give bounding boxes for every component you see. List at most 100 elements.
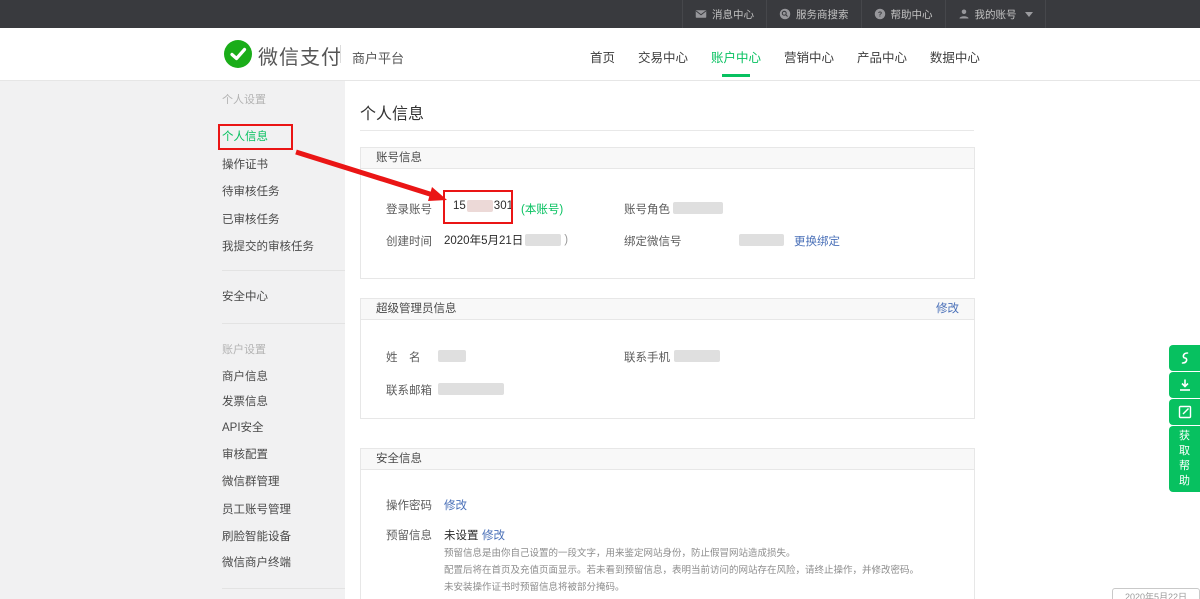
sidebar-item-operation-certificate[interactable]: 操作证书	[222, 158, 345, 172]
contact-phone-redacted	[674, 350, 720, 362]
topbar-item-label: 服务商搜索	[796, 7, 849, 22]
current-account-tag: (本账号)	[521, 201, 563, 217]
sidebar-item-wechat-group-mgmt[interactable]: 微信群管理	[222, 475, 345, 489]
modify-admin-link[interactable]: 修改	[936, 299, 959, 319]
account-info-panel: 账号信息 登录账号 15 301 (本账号) 账号角色 创建时间 2020年5月…	[360, 147, 975, 279]
login-account-label: 登录账号	[386, 201, 432, 217]
contact-phone-label: 联系手机	[624, 349, 670, 365]
nav-product-center[interactable]: 产品中心	[857, 47, 907, 74]
topbar-item-label: 帮助中心	[891, 7, 933, 22]
nav-account-center[interactable]: 账户中心	[711, 47, 761, 74]
created-time-text: 2020年5月21日	[444, 232, 523, 248]
feedback-button[interactable]	[1169, 399, 1200, 425]
platform-subtitle: 商户平台	[352, 48, 404, 67]
caret-down-icon	[1025, 12, 1033, 17]
sidebar-item-my-submitted-tasks[interactable]: 我提交的审核任务	[222, 240, 345, 254]
topbar-item-label: 我的账号	[975, 7, 1017, 22]
search-circle-icon	[779, 8, 791, 20]
float-toolbar: 获取帮助	[1169, 345, 1200, 492]
modify-reserved-link[interactable]: 修改	[482, 527, 505, 543]
sidebar-item-invoice-info[interactable]: 发票信息	[222, 395, 345, 409]
topbar-item-help-center[interactable]: ? 帮助中心	[862, 0, 946, 28]
sidebar-item-personal-info[interactable]: 个人信息	[222, 130, 345, 144]
created-time-redacted	[525, 234, 561, 246]
change-binding-link[interactable]: 更换绑定	[794, 233, 840, 249]
sidebar-item-pending-review-tasks[interactable]: 待审核任务	[222, 185, 345, 199]
created-time-paren: )	[564, 234, 568, 246]
sidebar-divider	[222, 270, 345, 271]
contact-email-label: 联系邮箱	[386, 382, 432, 398]
check-icon	[224, 40, 252, 68]
super-admin-title: 超级管理员信息	[376, 303, 457, 315]
topbar-item-provider-search[interactable]: 服务商搜索	[767, 0, 862, 28]
svg-text:?: ?	[877, 11, 881, 19]
phone-icon	[1178, 351, 1192, 365]
super-admin-panel: 超级管理员信息 修改 姓 名 联系手机 联系邮箱	[360, 298, 975, 419]
sidebar-divider	[222, 588, 345, 589]
sidebar-item-staff-account-mgmt[interactable]: 员工账号管理	[222, 503, 345, 517]
contact-phone-button[interactable]	[1169, 345, 1200, 371]
login-account-redacted	[467, 200, 493, 212]
main-nav: 首页 交易中心 账户中心 营销中心 产品中心 数据中心	[590, 47, 980, 74]
download-icon	[1178, 378, 1192, 392]
get-help-button[interactable]: 获取帮助	[1169, 426, 1200, 492]
modify-password-link[interactable]: 修改	[444, 497, 467, 513]
edit-icon	[1178, 405, 1192, 419]
reserved-info-notes: 预留信息是由你自己设置的一段文字，用来鉴定网站身份，防止假冒网站造成损失。 配置…	[444, 545, 971, 596]
title-divider	[360, 130, 974, 131]
brand-title: 微信支付	[258, 41, 342, 70]
login-account-suffix: 301	[494, 200, 513, 212]
login-account-value: 15 301	[453, 200, 513, 212]
wechat-pay-logo[interactable]	[224, 40, 252, 68]
security-info-header: 安全信息	[361, 449, 974, 470]
sidebar-item-review-config[interactable]: 审核配置	[222, 448, 345, 462]
sidebar-item-api-security[interactable]: API安全	[222, 421, 345, 435]
account-role-label: 账号角色	[624, 201, 670, 217]
note-line: 预留信息是由你自己设置的一段文字，用来鉴定网站身份，防止假冒网站造成损失。	[444, 545, 971, 562]
nav-home[interactable]: 首页	[590, 47, 615, 74]
reserved-info-label: 预留信息	[386, 527, 432, 543]
topbar-menu: 消息中心 服务商搜索 ? 帮助中心	[682, 0, 1046, 28]
sidebar-divider	[222, 323, 345, 324]
nav-data-center[interactable]: 数据中心	[930, 47, 980, 74]
question-circle-icon: ?	[874, 8, 886, 20]
sidebar-item-reviewed-tasks[interactable]: 已审核任务	[222, 213, 345, 227]
page-title: 个人信息	[360, 100, 424, 124]
name-redacted	[438, 350, 466, 362]
reserved-info-status: 未设置	[444, 527, 479, 543]
sidebar-item-security-center[interactable]: 安全中心	[222, 290, 345, 304]
merchant-platform-page: 消息中心 服务商搜索 ? 帮助中心	[0, 0, 1200, 599]
date-tooltip: 2020年5月22日	[1112, 588, 1200, 599]
sidebar-item-merchant-info[interactable]: 商户信息	[222, 370, 345, 384]
download-button[interactable]	[1169, 372, 1200, 398]
note-line: 配置后将在首页及充值页面显示。若未看到预留信息，表明当前访问的网站存在风险，请终…	[444, 562, 971, 579]
nav-marketing-center[interactable]: 营销中心	[784, 47, 834, 74]
contact-email-redacted	[438, 383, 504, 395]
operation-password-label: 操作密码	[386, 497, 432, 513]
security-info-panel: 安全信息 操作密码 修改 预留信息 未设置 修改 预留信息是由你自己设置的一段文…	[360, 448, 975, 599]
topbar: 消息中心 服务商搜索 ? 帮助中心	[0, 0, 1200, 28]
account-role-redacted	[673, 202, 723, 214]
created-time-value: 2020年5月21日 )	[444, 232, 568, 248]
bound-wechat-label: 绑定微信号	[624, 233, 682, 249]
sidebar-item-wechat-merchant-terminal[interactable]: 微信商户终端	[222, 556, 345, 570]
topbar-item-my-account[interactable]: 我的账号	[946, 0, 1046, 28]
sidebar-group-personal-settings: 个人设置	[222, 93, 345, 107]
sidebar-group-account-settings: 账户设置	[222, 343, 345, 357]
envelope-icon	[695, 8, 707, 20]
user-icon	[958, 8, 970, 20]
name-label: 姓 名	[386, 349, 421, 365]
created-time-label: 创建时间	[386, 233, 432, 249]
super-admin-header: 超级管理员信息 修改	[361, 299, 974, 320]
note-line: 未安装操作证书时预留信息将被部分掩码。	[444, 579, 971, 596]
topbar-item-message-center[interactable]: 消息中心	[682, 0, 767, 28]
nav-transaction-center[interactable]: 交易中心	[638, 47, 688, 74]
bound-wechat-redacted	[739, 234, 784, 246]
login-account-prefix: 15	[453, 200, 466, 212]
sidebar-item-face-smart-device[interactable]: 刷脸智能设备	[222, 530, 345, 544]
account-info-header: 账号信息	[361, 148, 974, 169]
brand-divider	[340, 45, 341, 63]
header: 微信支付 商户平台 首页 交易中心 账户中心 营销中心 产品中心 数据中心	[0, 28, 1200, 81]
get-help-label: 获取帮助	[1179, 429, 1191, 489]
topbar-item-label: 消息中心	[712, 7, 754, 22]
